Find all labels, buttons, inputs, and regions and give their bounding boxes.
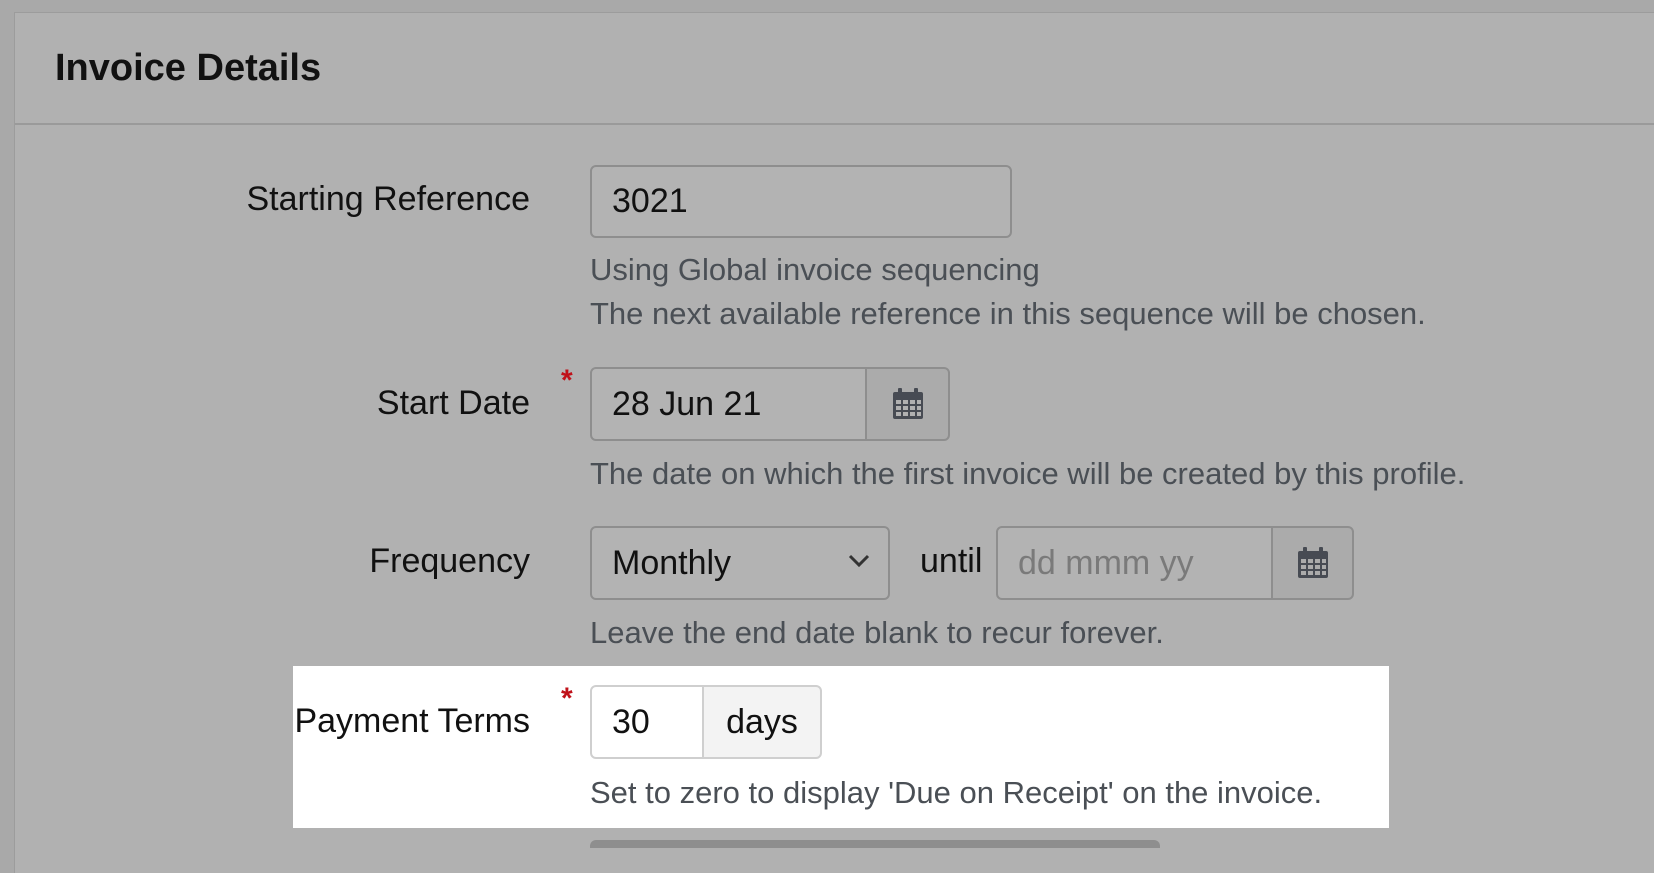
starting-reference-label: Starting Reference <box>246 180 531 218</box>
chevron-down-icon <box>848 554 870 568</box>
frequency-select[interactable]: Monthly <box>590 526 890 600</box>
starting-reference-value: 3021 <box>612 182 688 220</box>
start-date-calendar-button[interactable] <box>865 367 950 441</box>
end-date-placeholder: dd mmm yy <box>1018 543 1194 582</box>
start-date-required-mark: * <box>561 364 573 397</box>
frequency-label: Frequency <box>369 542 530 580</box>
start-date-help: The date on which the first invoice will… <box>590 456 1466 491</box>
payment-terms-required-mark: * <box>561 682 573 715</box>
starting-reference-help-2: The next available reference in this seq… <box>590 296 1426 331</box>
start-date-label: Start Date <box>376 384 530 422</box>
start-date-value: 28 Jun 21 <box>612 384 762 423</box>
payment-terms-label: Payment Terms <box>294 702 530 740</box>
calendar-icon <box>892 388 923 419</box>
payment-terms-value: 30 <box>612 702 650 741</box>
next-field-edge <box>590 840 1160 848</box>
payment-terms-input[interactable]: 30 <box>590 685 704 759</box>
starting-reference-help-1: Using Global invoice sequencing <box>590 252 1040 287</box>
payment-terms-help: Set to zero to display 'Due on Receipt' … <box>590 775 1323 810</box>
end-date-calendar-button[interactable] <box>1271 526 1354 600</box>
frequency-selected-value: Monthly <box>612 543 732 582</box>
end-date-input[interactable]: dd mmm yy <box>996 526 1273 600</box>
starting-reference-input[interactable]: 3021 <box>590 165 1012 238</box>
calendar-icon <box>1297 547 1328 578</box>
frequency-help: Leave the end date blank to recur foreve… <box>590 615 1164 650</box>
start-date-input[interactable]: 28 Jun 21 <box>590 367 867 441</box>
panel-header: Invoice Details <box>15 13 1654 125</box>
payment-terms-days-addon: days <box>702 685 822 759</box>
payment-terms-addon-label: days <box>726 702 798 741</box>
panel-title: Invoice Details <box>55 47 322 89</box>
